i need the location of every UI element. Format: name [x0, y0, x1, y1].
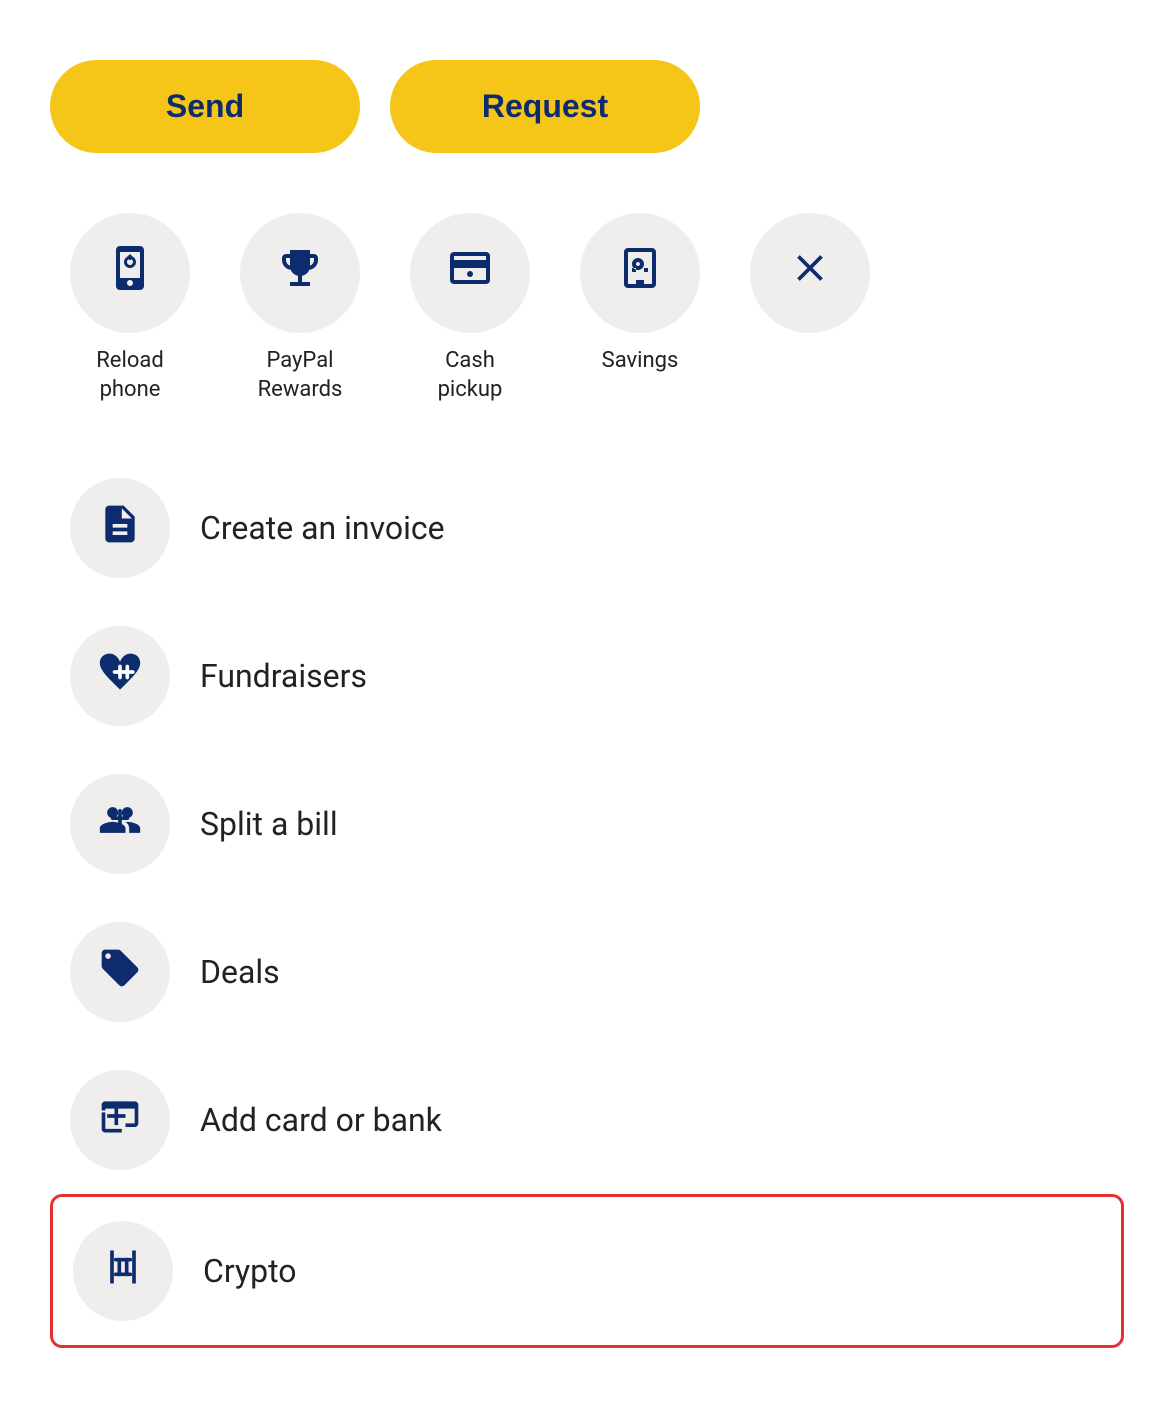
reload-phone-icon: [106, 244, 154, 302]
add-card-bank-label: Add card or bank: [200, 1101, 442, 1139]
crypto-icon: [101, 1245, 145, 1298]
paypal-rewards-label: PayPalRewards: [258, 347, 343, 404]
list-item-create-invoice[interactable]: Create an invoice: [50, 454, 1124, 602]
send-button[interactable]: Send: [50, 60, 360, 153]
list-item-add-card-bank[interactable]: Add card or bank: [50, 1046, 1124, 1194]
request-button[interactable]: Request: [390, 60, 700, 153]
deals-circle: [70, 922, 170, 1022]
list-items-container: Create an invoice Fundraisers Spl: [50, 454, 1124, 1348]
deals-label: Deals: [200, 953, 280, 991]
list-item-deals[interactable]: Deals: [50, 898, 1124, 1046]
top-buttons-container: Send Request: [50, 60, 1124, 153]
fundraiser-icon: [98, 650, 142, 703]
create-invoice-label: Create an invoice: [200, 509, 445, 547]
create-invoice-circle: [70, 478, 170, 578]
savings-label: Savings: [602, 347, 679, 376]
safe-icon: [616, 244, 664, 302]
invoice-icon: [98, 502, 142, 555]
tag-icon: [98, 946, 142, 999]
quick-action-cash-pickup[interactable]: Cashpickup: [390, 213, 550, 404]
quick-action-reload-phone[interactable]: Reloadphone: [50, 213, 210, 404]
add-card-bank-circle: [70, 1070, 170, 1170]
list-item-split-bill[interactable]: Split a bill: [50, 750, 1124, 898]
add-bank-icon: [98, 1094, 142, 1147]
crypto-label: Crypto: [203, 1252, 296, 1290]
split-bill-circle: [70, 774, 170, 874]
cash-pickup-icon: [446, 244, 494, 302]
savings-circle: [580, 213, 700, 333]
quick-actions-row: Reloadphone PayPalRewards Cashpickup: [50, 213, 1124, 404]
paypal-rewards-circle: [240, 213, 360, 333]
fundraisers-label: Fundraisers: [200, 657, 367, 695]
trophy-icon: [276, 244, 324, 302]
list-item-fundraisers[interactable]: Fundraisers: [50, 602, 1124, 750]
reload-phone-label: Reloadphone: [96, 347, 164, 404]
cash-pickup-circle: [410, 213, 530, 333]
fundraisers-circle: [70, 626, 170, 726]
list-item-crypto[interactable]: Crypto: [50, 1194, 1124, 1348]
cash-pickup-label: Cashpickup: [438, 347, 503, 404]
split-bill-label: Split a bill: [200, 805, 338, 843]
close-icon: [788, 246, 832, 300]
close-circle: [750, 213, 870, 333]
quick-action-savings[interactable]: Savings: [560, 213, 720, 376]
split-bill-icon: [98, 798, 142, 851]
crypto-circle: [73, 1221, 173, 1321]
quick-action-close[interactable]: [730, 213, 890, 347]
reload-phone-circle: [70, 213, 190, 333]
quick-action-paypal-rewards[interactable]: PayPalRewards: [220, 213, 380, 404]
